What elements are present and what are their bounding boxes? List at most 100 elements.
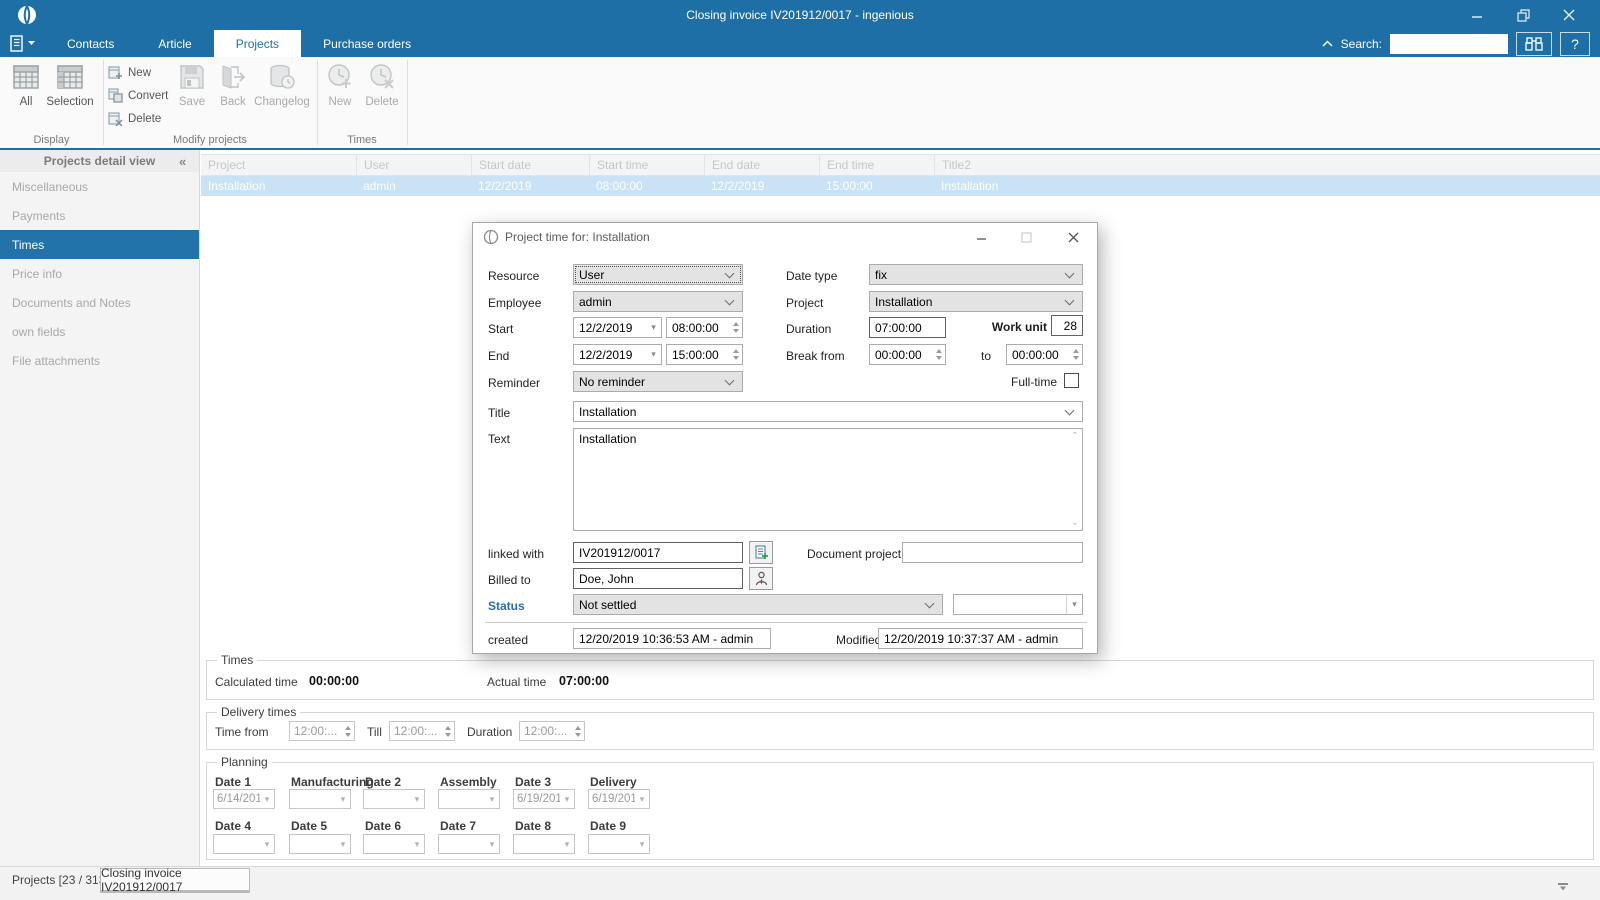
dialog-close-button[interactable] — [1057, 223, 1089, 251]
reminder-combobox[interactable]: No reminder — [573, 371, 743, 392]
date-type-combobox[interactable]: fix — [869, 264, 1083, 285]
status-combobox[interactable]: Not settled — [573, 594, 943, 615]
application-menu-button[interactable] — [0, 30, 45, 57]
full-time-checkbox[interactable] — [1064, 373, 1079, 388]
sidebar-item-documents-and-notes[interactable]: Documents and Notes — [0, 288, 199, 317]
ribbon-all-button[interactable]: All — [4, 62, 48, 128]
document-project-input[interactable] — [902, 542, 1083, 563]
grid-column-start-date[interactable]: Start date — [471, 155, 589, 175]
sidebar-item-price-info[interactable]: Price info — [0, 259, 199, 288]
chevron-down-icon — [725, 268, 735, 278]
search-input[interactable] — [1390, 34, 1508, 54]
ribbon-delete-button[interactable]: Delete — [108, 109, 161, 128]
linked-with-input[interactable]: IV201912/0017 — [573, 542, 743, 563]
start-date-picker[interactable]: 12/2/2019▾ — [573, 317, 662, 338]
break-from-spinner[interactable]: 00:00:00 — [869, 344, 946, 365]
grid-column-project[interactable]: Project — [201, 155, 356, 175]
project-combobox[interactable]: Installation — [869, 291, 1083, 312]
sidebar-item-own-fields[interactable]: own fields — [0, 317, 199, 346]
minimize-button[interactable] — [1454, 0, 1500, 30]
sidebar-item-miscellaneous[interactable]: Miscellaneous — [0, 172, 199, 201]
duration-input[interactable]: 07:00:00 — [869, 317, 946, 338]
ribbon-convert-button[interactable]: Convert — [108, 86, 168, 105]
ribbon-save-button[interactable]: Save — [170, 62, 214, 128]
manufacturing-picker[interactable]: ▾ — [289, 789, 351, 809]
date6-label: Date 6 — [365, 819, 401, 833]
restore-button[interactable] — [1500, 0, 1546, 30]
date5-label: Date 5 — [291, 819, 327, 833]
ribbon-times-delete-button[interactable]: Delete — [359, 62, 405, 128]
select-document-button[interactable] — [749, 541, 773, 564]
grid-column-end-date[interactable]: End date — [704, 155, 819, 175]
resource-combobox[interactable]: User — [573, 264, 743, 285]
grid-cell-user: admin — [356, 176, 471, 196]
tab-article[interactable]: Article — [136, 30, 213, 57]
dialog-maximize-button[interactable] — [1010, 223, 1042, 251]
grid-column-end-time[interactable]: End time — [819, 155, 934, 175]
sidebar-item-payments[interactable]: Payments — [0, 201, 199, 230]
time-from-spinner[interactable]: 12:00:... — [289, 721, 355, 741]
employee-combobox[interactable]: admin — [573, 291, 743, 312]
date1-picker[interactable]: 6/14/2019▾ — [213, 789, 275, 809]
ribbon-collapse-chevron-icon[interactable] — [1322, 40, 1333, 47]
sidebar-header: Projects detail view « — [0, 150, 199, 172]
chevron-down-icon — [725, 295, 735, 305]
dialog-title-bar[interactable]: Project time for: Installation — [473, 223, 1097, 251]
till-spinner[interactable]: 12:00:... — [389, 721, 455, 741]
grid-column-user[interactable]: User — [356, 155, 471, 175]
title-bar: Closing invoice IV201912/0017 - ingeniou… — [0, 0, 1600, 30]
search-button[interactable] — [1516, 32, 1552, 56]
sidebar-title: Projects detail view — [20, 154, 179, 168]
time-from-label: Time from — [215, 725, 269, 739]
end-date-picker[interactable]: 12/2/2019▾ — [573, 344, 662, 365]
tab-purchase-orders[interactable]: Purchase orders — [301, 30, 433, 57]
tab-projects-list[interactable]: Projects [23 / 313] — [12, 873, 109, 887]
work-unit-input[interactable]: 28 — [1051, 315, 1083, 336]
grid-column-start-time[interactable]: Start time — [589, 155, 704, 175]
delivery-picker[interactable]: 6/19/2019▾ — [588, 789, 650, 809]
delivery-times-panel: Delivery times Time from 12:00:... Till … — [206, 712, 1594, 750]
sidebar-item-file-attachments[interactable]: File attachments — [0, 346, 199, 375]
calculated-time-value: 00:00:00 — [309, 674, 359, 688]
text-textarea[interactable]: Installation ⌃ ⌄ — [573, 428, 1083, 531]
delivery-duration-spinner[interactable]: 12:00:... — [519, 721, 585, 741]
select-contact-button[interactable] — [749, 567, 773, 590]
document-project-label: Document project — [807, 547, 901, 561]
break-to-spinner[interactable]: 00:00:00 — [1006, 344, 1083, 365]
ribbon-changelog-button[interactable]: Changelog — [252, 62, 312, 128]
status-secondary-combobox[interactable]: ▾ — [953, 594, 1083, 615]
end-time-spinner[interactable]: 15:00:00 — [666, 344, 743, 365]
close-button[interactable] — [1546, 0, 1592, 30]
date3-picker[interactable]: 6/19/2019▾ — [513, 789, 575, 809]
tab-projects[interactable]: Projects — [214, 30, 301, 57]
tab-closing-invoice[interactable]: Closing invoice IV201912/0017 — [100, 868, 250, 893]
assembly-picker[interactable]: ▾ — [438, 789, 500, 809]
date5-picker[interactable]: ▾ — [289, 834, 351, 854]
date6-picker[interactable]: ▾ — [363, 834, 425, 854]
ribbon-times-new-button[interactable]: New — [320, 62, 360, 128]
start-time-spinner[interactable]: 08:00:00 — [666, 317, 743, 338]
tab-contacts[interactable]: Contacts — [45, 30, 136, 57]
date8-picker[interactable]: ▾ — [513, 834, 575, 854]
date3-label: Date 3 — [515, 775, 551, 789]
sidebar-collapse-icon[interactable]: « — [179, 154, 199, 169]
ribbon-back-button[interactable]: Back — [211, 62, 255, 128]
grid-column-title2[interactable]: Title2 — [934, 155, 1600, 175]
title-combobox[interactable]: Installation — [573, 401, 1083, 422]
date2-picker[interactable]: ▾ — [363, 789, 425, 809]
date9-picker[interactable]: ▾ — [588, 834, 650, 854]
help-button[interactable]: ? — [1560, 32, 1590, 56]
filter-dropdown-icon[interactable] — [1558, 883, 1568, 891]
ribbon-new-button[interactable]: New — [108, 63, 151, 82]
created-value: 12/20/2019 10:36:53 AM - admin — [573, 628, 771, 649]
date4-picker[interactable]: ▾ — [213, 834, 275, 854]
grid-cell-end-time: 15:00:00 — [819, 176, 934, 196]
planning-caption: Planning — [217, 755, 272, 769]
billed-to-input[interactable]: Doe, John — [573, 568, 743, 589]
grid-row-selected[interactable]: Installation admin 12/2/2019 08:00:00 12… — [201, 176, 1600, 196]
date7-picker[interactable]: ▾ — [438, 834, 500, 854]
dialog-minimize-button[interactable] — [965, 223, 997, 251]
sidebar-item-times[interactable]: Times — [0, 230, 199, 259]
dropdown-arrow-icon: ▾ — [646, 345, 661, 364]
ribbon-selection-button[interactable]: Selection — [44, 62, 96, 128]
